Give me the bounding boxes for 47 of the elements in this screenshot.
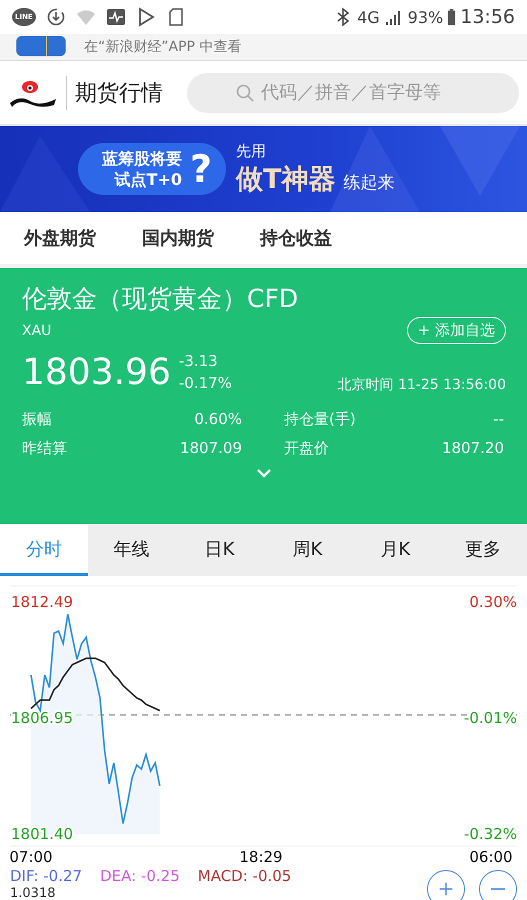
- period-tab[interactable]: 日K: [176, 524, 264, 576]
- axis-label: 1801.40: [11, 825, 74, 843]
- indicator-value: MACD: -0.05: [198, 867, 292, 885]
- price-change: -3.13: [178, 351, 219, 372]
- nav-tab[interactable]: 持仓收益: [260, 226, 332, 250]
- clock: 13:56: [460, 6, 515, 28]
- ad-text: 练起来: [343, 172, 394, 194]
- axis-label: 1812.49: [11, 593, 74, 611]
- indicator-value: DEA: -0.25: [100, 867, 180, 885]
- ad-text: 蓝筹股将要: [102, 148, 182, 169]
- axis-label: 1806.95: [11, 708, 74, 727]
- axis-label: 07:00: [9, 848, 53, 866]
- indicator-value: DIF: -0.27: [10, 867, 82, 885]
- period-tab[interactable]: 月K: [351, 524, 440, 576]
- stat-value: 1807.20: [442, 439, 504, 458]
- ad-headline: 做T神器: [236, 162, 336, 196]
- axis-label: 18:29: [239, 848, 283, 866]
- open-in-app-prompt[interactable]: 在“新浪财经”APP 中查看: [84, 38, 242, 56]
- axis-label: -0.01%: [464, 708, 517, 727]
- ad-text: 试点T+0: [114, 169, 182, 190]
- stat-value: --: [493, 410, 504, 429]
- instrument-name: 伦敦金（现货黄金）CFD: [22, 283, 300, 315]
- network-type: 4G: [357, 8, 380, 26]
- axis-label: 06:00: [469, 848, 513, 866]
- axis-label: -0.32%: [464, 825, 517, 843]
- ad-text: 先用: [236, 142, 268, 160]
- quote-time: 北京时间 11-25 13:56:00: [338, 376, 506, 394]
- stat-value: 1807.09: [180, 439, 242, 458]
- nav-tab[interactable]: 国内期货: [142, 226, 214, 250]
- instrument-code: XAU: [22, 322, 52, 338]
- percent-change: -0.17%: [178, 373, 232, 394]
- axis-label: 0.30%: [469, 593, 517, 611]
- stat-value: 0.60%: [194, 410, 242, 429]
- battery-percent: 93%: [408, 8, 444, 26]
- question-mark: ?: [190, 147, 212, 191]
- nav-tab[interactable]: 外盘期货: [24, 226, 96, 250]
- indicator-scale: 1.0318: [10, 886, 56, 900]
- period-tab[interactable]: 更多: [439, 524, 527, 576]
- stat-label: 持仓量(手): [284, 410, 356, 429]
- price: 1803.96: [22, 352, 171, 392]
- stat-label: 振幅: [22, 410, 52, 429]
- stat-label: 昨结算: [22, 439, 67, 458]
- stat-label: 开盘价: [284, 439, 329, 458]
- search-field[interactable]: 代码／拼音／首字母等: [187, 72, 519, 112]
- period-tab[interactable]: 年线: [88, 524, 176, 576]
- period-tab[interactable]: 周K: [263, 524, 352, 576]
- page-title: 期货行情: [75, 80, 163, 108]
